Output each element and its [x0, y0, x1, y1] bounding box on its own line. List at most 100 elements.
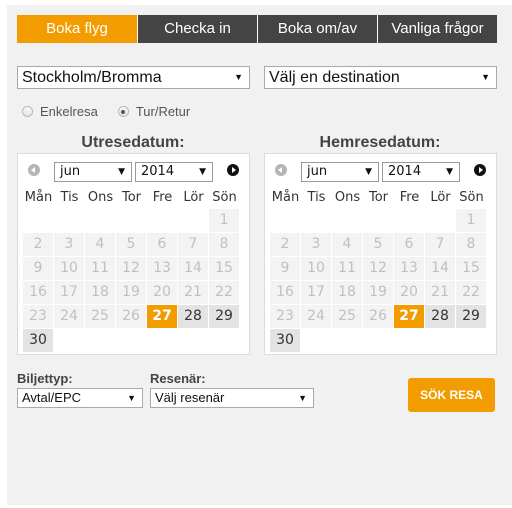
destination-select[interactable]: Välj en destination ▼ [264, 66, 497, 89]
tab-boka-flyg[interactable]: Boka flyg [17, 15, 137, 43]
weekday-label: Sön [459, 190, 484, 205]
day-cell-disabled: 1 [456, 209, 486, 232]
weekday-label: Fre [399, 190, 420, 205]
chevron-down-icon: ▼ [127, 393, 136, 403]
next-month-icon[interactable] [227, 164, 239, 176]
weekday-label: Sön [212, 190, 237, 205]
search-button[interactable]: SÖK RESA [408, 378, 495, 412]
day-cell-disabled: 14 [178, 257, 208, 280]
empty-day-cell [394, 209, 424, 232]
traveler-select[interactable]: Välj resenär ▼ [150, 388, 314, 408]
radio-tur-retur[interactable] [117, 106, 129, 117]
weekday-label: Lör [183, 190, 204, 205]
day-cell-disabled: 7 [425, 233, 455, 256]
day-cell-disabled: 10 [301, 257, 331, 280]
day-cell-disabled: 17 [54, 281, 84, 304]
prev-month-icon[interactable] [28, 164, 40, 176]
day-cell-disabled: 10 [54, 257, 84, 280]
day-cell-disabled: 8 [456, 233, 486, 256]
outbound-date-title: Utresedatum: [81, 134, 185, 151]
weekday-label: Fre [152, 190, 173, 205]
day-cell-disabled: 9 [270, 257, 300, 280]
weekday-label: Lör [430, 190, 451, 205]
day-cell-disabled: 18 [85, 281, 115, 304]
origin-value: Stockholm/Bromma [22, 69, 162, 86]
day-grid: 1 2 3 4 5 6 7 8 9 10 11 12 13 14 15 16 17 18 19 20 21 22 23 24 2… [270, 209, 486, 352]
day-cell-disabled: 14 [425, 257, 455, 280]
empty-day-cell [85, 209, 115, 232]
chevron-down-icon: ▼ [298, 393, 307, 403]
tab-boka-om-av[interactable]: Boka om/av [257, 15, 377, 43]
empty-day-cell [54, 209, 84, 232]
day-cell-disabled: 6 [147, 233, 177, 256]
chevron-down-icon: ▼ [199, 167, 206, 177]
day-cell-selected[interactable]: 27 [147, 305, 177, 328]
outbound-calendar: jun ▼ 2014 ▼ Mån Tis Ons Tor Fre Lör Sön 12345… [17, 153, 250, 355]
day-cell-disabled: 24 [54, 305, 84, 328]
day-cell-disabled: 2 [23, 233, 53, 256]
weekday-label: Mån [24, 190, 53, 205]
empty-day-cell [116, 209, 146, 232]
month-select[interactable]: jun ▼ [54, 162, 132, 182]
weekday-header: Mån Tis Ons Tor Fre Lör Sön [23, 190, 240, 205]
day-cell-disabled: 1 [209, 209, 239, 232]
day-cell[interactable]: 29 [456, 305, 486, 328]
origin-select[interactable]: Stockholm/Bromma ▼ [17, 66, 250, 89]
day-cell-disabled: 20 [147, 281, 177, 304]
day-cell-disabled: 23 [23, 305, 53, 328]
day-cell-selected[interactable]: 27 [394, 305, 424, 328]
empty-day-cell [147, 209, 177, 232]
chevron-down-icon: ▼ [234, 72, 243, 82]
radio-enkelresa-label: Enkelresa [40, 104, 98, 119]
day-cell[interactable]: 29 [209, 305, 239, 328]
return-calendar: jun ▼ 2014 ▼ Mån Tis Ons Tor Fre Lör Sön 12345… [264, 153, 497, 355]
day-cell-disabled: 13 [147, 257, 177, 280]
weekday-label: Mån [271, 190, 300, 205]
day-cell-disabled: 22 [209, 281, 239, 304]
day-cell-disabled: 16 [270, 281, 300, 304]
month-value: jun [60, 164, 81, 179]
radio-tur-retur-label: Tur/Retur [135, 104, 191, 119]
weekday-label: Tor [368, 190, 389, 205]
day-cell-disabled: 23 [270, 305, 300, 328]
day-cell-disabled: 4 [332, 233, 362, 256]
chevron-down-icon: ▼ [446, 167, 453, 177]
weekday-label: Tis [307, 190, 326, 205]
empty-day-cell [332, 209, 362, 232]
empty-day-cell [425, 209, 455, 232]
day-cell[interactable]: 28 [425, 305, 455, 328]
day-cell-disabled: 2 [270, 233, 300, 256]
day-cell-disabled: 9 [23, 257, 53, 280]
ticket-type-select[interactable]: Avtal/EPC ▼ [17, 388, 143, 408]
day-cell-disabled: 19 [363, 281, 393, 304]
prev-month-icon[interactable] [275, 164, 287, 176]
radio-enkelresa[interactable] [22, 106, 33, 117]
trip-type-group: Enkelresa Tur/Retur [22, 104, 190, 119]
day-cell[interactable]: 30 [23, 329, 53, 352]
empty-day-cell [178, 209, 208, 232]
chevron-down-icon: ▼ [118, 167, 125, 177]
day-cell-disabled: 6 [394, 233, 424, 256]
day-cell-disabled: 5 [116, 233, 146, 256]
weekday-label: Tor [121, 190, 142, 205]
tab-vanliga-fragor[interactable]: Vanliga frågor [377, 15, 497, 43]
month-select[interactable]: jun ▼ [301, 162, 379, 182]
day-cell-disabled: 18 [332, 281, 362, 304]
weekday-header: Mån Tis Ons Tor Fre Lör Sön [270, 190, 487, 205]
tab-checka-in[interactable]: Checka in [137, 15, 257, 43]
day-cell[interactable]: 30 [270, 329, 300, 352]
day-cell-disabled: 13 [394, 257, 424, 280]
empty-day-cell [23, 209, 53, 232]
chevron-down-icon: ▼ [481, 72, 490, 82]
empty-day-cell [270, 209, 300, 232]
day-cell-disabled: 25 [85, 305, 115, 328]
day-cell-disabled: 7 [178, 233, 208, 256]
year-select[interactable]: 2014 ▼ [382, 162, 460, 182]
traveler-value: Välj resenär [155, 390, 225, 405]
day-cell[interactable]: 28 [178, 305, 208, 328]
day-grid: 1 2 3 4 5 6 7 8 9 10 11 12 13 14 15 16 17 18 19 20 21 22 23 24 2… [23, 209, 239, 352]
month-value: jun [307, 164, 328, 179]
year-select[interactable]: 2014 ▼ [135, 162, 213, 182]
next-month-icon[interactable] [474, 164, 486, 176]
day-cell-disabled: 19 [116, 281, 146, 304]
